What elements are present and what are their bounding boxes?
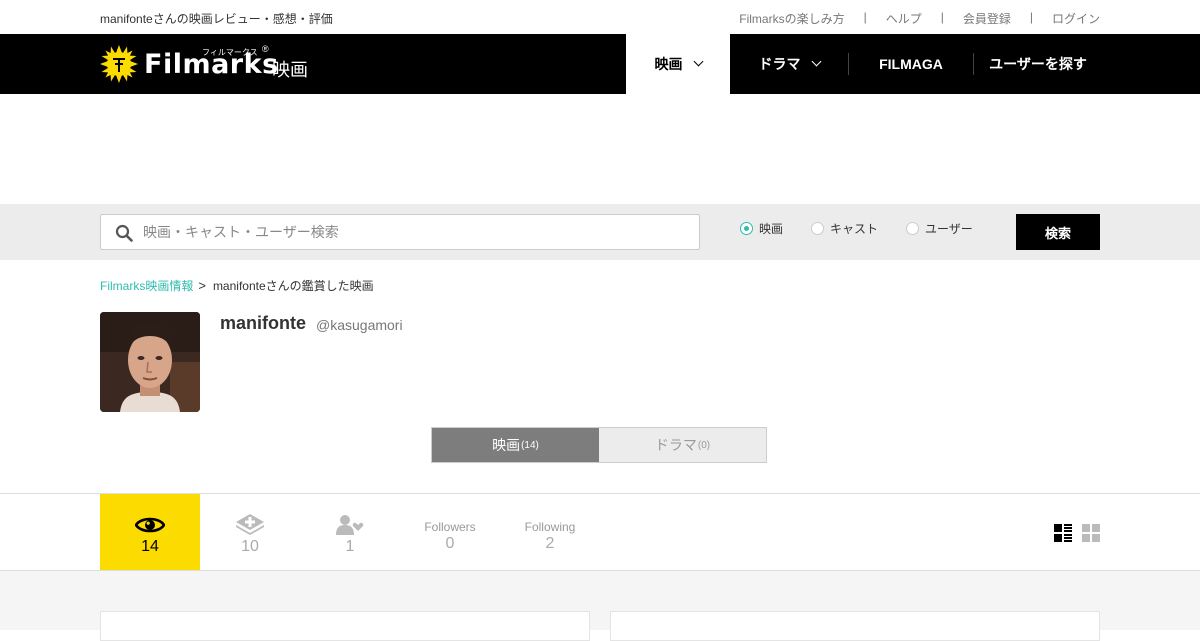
- search-input[interactable]: [143, 215, 683, 249]
- clip-icon: [235, 509, 265, 535]
- movie-card[interactable]: [610, 611, 1100, 641]
- brand-kana: フィルマークス: [202, 48, 258, 57]
- radio-movies-label: 映画: [759, 222, 784, 236]
- signup-link[interactable]: 会員登録: [963, 10, 1011, 27]
- search-box: [100, 214, 700, 250]
- registered-mark: ®: [262, 44, 269, 54]
- nav-filmaga[interactable]: FILMAGA: [849, 34, 973, 94]
- radio-cast-label: キャスト: [830, 222, 879, 236]
- tab-movies-count: (14): [521, 439, 539, 451]
- stat-followers-count: 0: [445, 535, 455, 552]
- radio-button[interactable]: [811, 222, 825, 235]
- radio-button[interactable]: [906, 222, 920, 235]
- stat-watched[interactable]: 14: [100, 494, 200, 570]
- user-handle: @kasugamori: [316, 317, 403, 333]
- tab-drama[interactable]: ドラマ (0): [599, 428, 766, 462]
- chevron-down-icon: [811, 56, 821, 67]
- ad-space: [0, 94, 1200, 204]
- separator: |: [1029, 10, 1033, 24]
- stat-watched-count: 14: [141, 538, 159, 555]
- tab-movies[interactable]: 映画 (14): [432, 428, 599, 462]
- radio-cast[interactable]: キャスト: [811, 220, 878, 237]
- nav-drama-label: ドラマ: [758, 56, 801, 72]
- nav-find-users[interactable]: ユーザーを探す: [974, 34, 1102, 94]
- stat-fans[interactable]: 1: [300, 494, 400, 570]
- breadcrumb-home-link[interactable]: Filmarks映画情報: [100, 277, 193, 294]
- breadcrumb-separator: >: [198, 278, 206, 293]
- stat-followers-label: Followers: [424, 520, 476, 534]
- utility-links: Filmarksの楽しみ方 | ヘルプ | 会員登録 | ログイン: [739, 10, 1100, 27]
- user-heart-icon: [336, 509, 364, 535]
- stat-followers[interactable]: Followers 0: [400, 494, 500, 570]
- nav-movies-label: 映画: [654, 56, 683, 72]
- stat-fans-count: 1: [345, 538, 355, 555]
- search-type-radios: 映画 キャスト ユーザー: [740, 220, 997, 237]
- tab-drama-label: ドラマ: [654, 437, 697, 453]
- breadcrumb: Filmarks映画情報 > manifonteさんの鑑賞した映画: [100, 277, 374, 294]
- eye-icon: [135, 509, 165, 535]
- site-header: Filmarks フィルマークス ® 映画 映画 ドラマ FILMAGA ユーザ…: [0, 34, 1200, 94]
- sun-logo-icon: [100, 45, 138, 83]
- search-button[interactable]: 検索: [1016, 214, 1100, 250]
- radio-users[interactable]: ユーザー: [906, 220, 973, 237]
- stat-clips-count: 10: [241, 538, 259, 555]
- stat-following-count: 2: [545, 535, 555, 552]
- page-tagline: manifonteさんの映画レビュー・感想・評価: [100, 12, 333, 26]
- login-link[interactable]: ログイン: [1052, 10, 1100, 27]
- top-utility-bar: manifonteさんの映画レビュー・感想・評価 Filmarksの楽しみ方 |…: [0, 0, 1200, 34]
- stat-following-label: Following: [524, 520, 576, 534]
- search-band: 映画 キャスト ユーザー 検索: [0, 204, 1200, 260]
- user-display-name: manifonte: [220, 313, 307, 333]
- filmarks-logo[interactable]: Filmarks フィルマークス ® 映画: [100, 44, 308, 84]
- help-link[interactable]: ヘルプ: [886, 10, 922, 27]
- main-nav: 映画 ドラマ FILMAGA ユーザーを探す: [626, 34, 1102, 94]
- search-icon: [115, 224, 133, 242]
- breadcrumb-current: manifonteさんの鑑賞した映画: [212, 279, 374, 293]
- grid-view-icon[interactable]: [1082, 524, 1100, 542]
- tab-movies-label: 映画: [492, 437, 521, 453]
- nav-movies[interactable]: 映画: [626, 34, 730, 94]
- tab-drama-count: (0): [697, 439, 711, 451]
- list-view-icon[interactable]: [1054, 524, 1072, 542]
- chevron-down-icon: [693, 56, 703, 67]
- stat-following[interactable]: Following 2: [500, 494, 600, 570]
- radio-movies[interactable]: 映画: [740, 220, 783, 237]
- nav-drama[interactable]: ドラマ: [730, 34, 848, 94]
- content-area: [0, 571, 1200, 641]
- movie-card[interactable]: [100, 611, 590, 641]
- radio-button-selected[interactable]: [740, 222, 753, 235]
- radio-users-label: ユーザー: [925, 222, 973, 236]
- avatar: [100, 312, 200, 412]
- view-toggle: [1044, 524, 1100, 542]
- guide-link[interactable]: Filmarksの楽しみ方: [739, 10, 844, 27]
- separator: |: [940, 10, 944, 24]
- separator: |: [863, 10, 867, 24]
- stats-bar: 14 10 1 Followers 0 Following 2: [0, 493, 1200, 571]
- stat-clips[interactable]: 10: [200, 494, 300, 570]
- content-type-tabs: 映画 (14) ドラマ (0): [431, 427, 767, 463]
